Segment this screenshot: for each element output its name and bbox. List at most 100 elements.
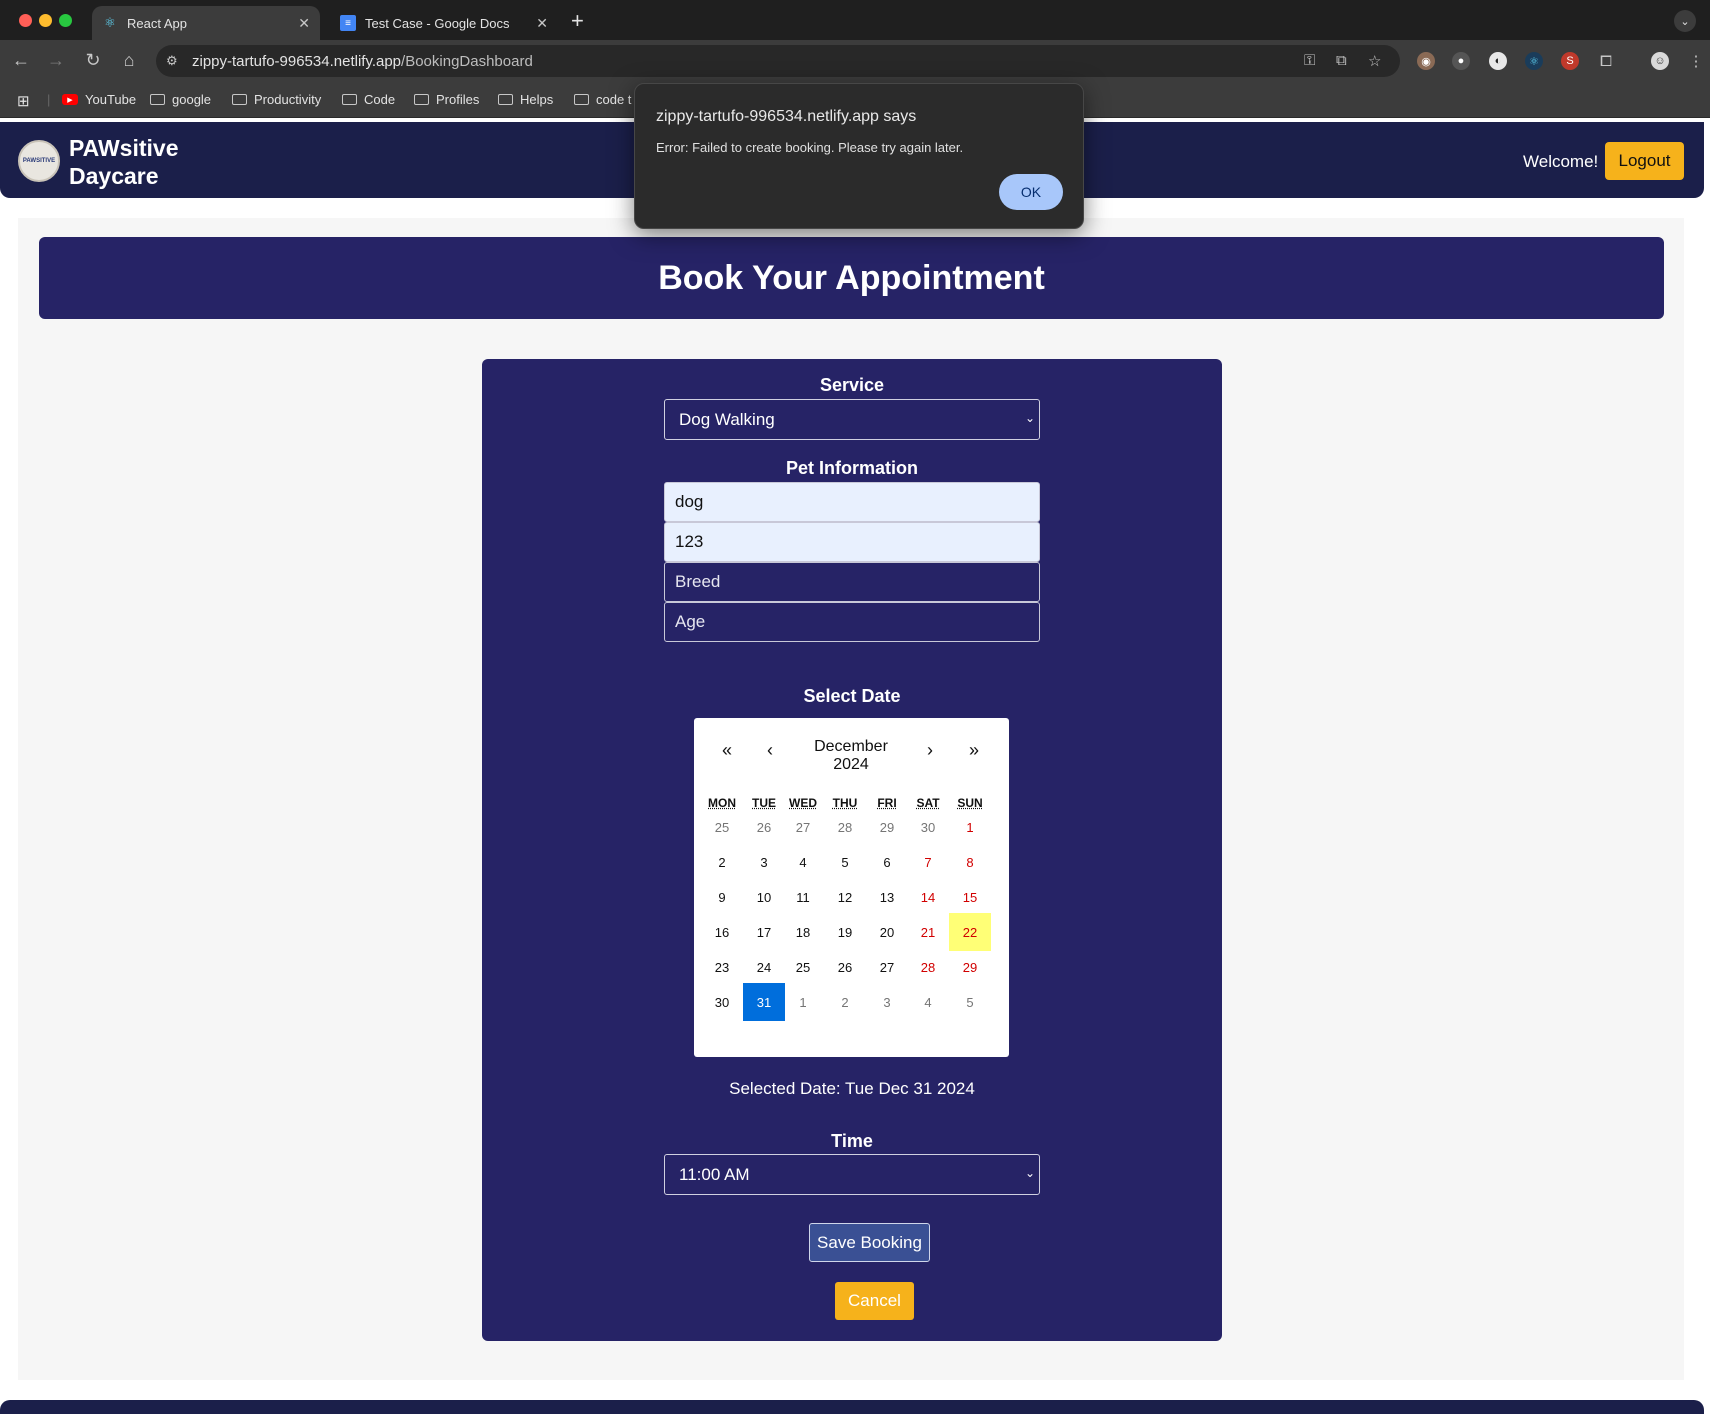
bookmark-folder-productivity[interactable]: Productivity xyxy=(232,92,321,107)
calendar-month-year[interactable]: December 2024 xyxy=(786,738,916,774)
bookmark-youtube[interactable]: ▶ YouTube xyxy=(62,92,136,107)
date-calendar: « ‹ December 2024 › » MON TUE WED THU FRI SAT… xyxy=(694,718,1009,1057)
calendar-day[interactable]: 12 xyxy=(824,878,866,916)
calendar-day[interactable]: 6 xyxy=(866,843,908,881)
calendar-day[interactable]: 28 xyxy=(907,948,949,986)
bookmark-folder-profiles[interactable]: Profiles xyxy=(414,92,479,107)
site-settings-icon[interactable]: ⚙ xyxy=(166,53,178,69)
bookmark-folder-helps[interactable]: Helps xyxy=(498,92,553,107)
time-select-value: 11:00 AM xyxy=(679,1164,750,1184)
next-year-button[interactable]: » xyxy=(959,740,989,761)
close-icon[interactable]: ✕ xyxy=(298,15,310,32)
forward-icon[interactable]: → xyxy=(45,50,67,71)
select-date-label: Select Date xyxy=(803,686,901,706)
calendar-day[interactable]: 21 xyxy=(907,913,949,951)
menu-kebab-icon[interactable]: ⋮ xyxy=(1687,52,1705,70)
calendar-day[interactable]: 25 xyxy=(782,948,824,986)
calendar-day[interactable]: 10 xyxy=(743,878,785,916)
pet-information-label: Pet Information xyxy=(785,458,918,478)
calendar-day[interactable]: 18 xyxy=(782,913,824,951)
age-input[interactable]: Age xyxy=(664,602,1040,642)
calendar-day[interactable]: 8 xyxy=(949,843,991,881)
calendar-day[interactable]: 2 xyxy=(701,843,743,881)
bookmark-star-icon[interactable]: ☆ xyxy=(1368,52,1381,70)
chevron-down-icon: ⌄ xyxy=(1024,1166,1035,1180)
bookmark-folder-code[interactable]: Code xyxy=(342,92,395,107)
tab-title: Test Case - Google Docs xyxy=(365,15,510,31)
extensions-puzzle-icon[interactable]: ⧠ xyxy=(1597,52,1615,70)
calendar-day[interactable]: 17 xyxy=(743,913,785,951)
tab-search-button[interactable]: ⌄ xyxy=(1674,10,1696,32)
service-select[interactable]: Dog Walking ⌄ xyxy=(664,399,1040,440)
calendar-day[interactable]: 3 xyxy=(866,983,908,1021)
calendar-day[interactable]: 26 xyxy=(743,808,785,846)
back-icon[interactable]: ← xyxy=(10,50,32,71)
close-window-button[interactable] xyxy=(19,14,32,27)
calendar-day[interactable]: 11 xyxy=(782,878,824,916)
address-bar[interactable]: ⚙ zippy-tartufo-996534.netlify.app/Booki… xyxy=(156,45,1400,77)
calendar-day[interactable]: 2 xyxy=(824,983,866,1021)
calendar-day[interactable]: 16 xyxy=(701,913,743,951)
calendar-day[interactable]: 31 xyxy=(743,983,785,1021)
pet-id-input[interactable]: 123 xyxy=(664,522,1040,562)
maximize-window-button[interactable] xyxy=(59,14,72,27)
calendar-day[interactable]: 29 xyxy=(949,948,991,986)
calendar-day[interactable]: 9 xyxy=(701,878,743,916)
prev-month-button[interactable]: ‹ xyxy=(755,740,785,761)
extension-s-icon[interactable]: S xyxy=(1561,52,1579,70)
apps-grid-icon[interactable]: ⊞ xyxy=(17,92,30,110)
password-key-icon[interactable]: ⚿ xyxy=(1304,52,1315,69)
install-app-icon[interactable]: ⧉ xyxy=(1336,52,1347,69)
new-tab-button[interactable]: + xyxy=(571,8,584,34)
calendar-day[interactable]: 14 xyxy=(907,878,949,916)
calendar-day[interactable]: 29 xyxy=(866,808,908,846)
google-docs-icon: ≡ xyxy=(340,15,356,31)
profile-avatar-icon[interactable]: ☺ xyxy=(1651,52,1669,70)
calendar-day[interactable]: 28 xyxy=(824,808,866,846)
minimize-window-button[interactable] xyxy=(39,14,52,27)
calendar-day[interactable]: 24 xyxy=(743,948,785,986)
booking-form: Service Dog Walking ⌄ Pet Information do… xyxy=(482,359,1222,1341)
tab-react-app[interactable]: ⚛ React App ✕ xyxy=(92,6,320,40)
ok-button[interactable]: OK xyxy=(999,174,1063,210)
cancel-button[interactable]: Cancel xyxy=(835,1282,914,1320)
pet-name-input[interactable]: dog xyxy=(664,482,1040,522)
calendar-day[interactable]: 7 xyxy=(907,843,949,881)
calendar-day[interactable]: 3 xyxy=(743,843,785,881)
bookmark-folder-google[interactable]: google xyxy=(150,92,211,107)
calendar-day[interactable]: 25 xyxy=(701,808,743,846)
calendar-day[interactable]: 1 xyxy=(949,808,991,846)
calendar-day[interactable]: 13 xyxy=(866,878,908,916)
react-devtools-icon[interactable]: ⚛ xyxy=(1525,52,1543,70)
calendar-day[interactable]: 4 xyxy=(782,843,824,881)
tab-google-docs[interactable]: ≡ Test Case - Google Docs ✕ xyxy=(330,6,558,40)
home-icon[interactable]: ⌂ xyxy=(118,50,140,71)
close-icon[interactable]: ✕ xyxy=(536,15,548,32)
calendar-day[interactable]: 19 xyxy=(824,913,866,951)
calendar-day[interactable]: 23 xyxy=(701,948,743,986)
extension-mic-icon[interactable]: ● xyxy=(1452,52,1470,70)
calendar-day[interactable]: 30 xyxy=(701,983,743,1021)
logout-button[interactable]: Logout xyxy=(1605,142,1684,180)
folder-icon xyxy=(232,94,247,105)
calendar-day[interactable]: 20 xyxy=(866,913,908,951)
extension-circle-icon[interactable]: ◐ xyxy=(1489,52,1507,70)
reload-icon[interactable]: ↻ xyxy=(82,50,104,71)
calendar-day[interactable]: 5 xyxy=(824,843,866,881)
calendar-day[interactable]: 22 xyxy=(949,913,991,951)
calendar-day[interactable]: 1 xyxy=(782,983,824,1021)
time-select[interactable]: 11:00 AM ⌄ xyxy=(664,1154,1040,1195)
prev-year-button[interactable]: « xyxy=(712,740,742,761)
next-month-button[interactable]: › xyxy=(915,740,945,761)
calendar-day[interactable]: 15 xyxy=(949,878,991,916)
calendar-day[interactable]: 4 xyxy=(907,983,949,1021)
calendar-day[interactable]: 30 xyxy=(907,808,949,846)
bookmark-folder-code-t[interactable]: code t xyxy=(574,92,631,107)
breed-input[interactable]: Breed xyxy=(664,562,1040,602)
calendar-day[interactable]: 27 xyxy=(782,808,824,846)
calendar-day[interactable]: 5 xyxy=(949,983,991,1021)
calendar-day[interactable]: 26 xyxy=(824,948,866,986)
calendar-day[interactable]: 27 xyxy=(866,948,908,986)
extension-glasses-icon[interactable]: ◉ xyxy=(1417,52,1435,70)
save-booking-button[interactable]: Save Booking xyxy=(809,1223,930,1262)
